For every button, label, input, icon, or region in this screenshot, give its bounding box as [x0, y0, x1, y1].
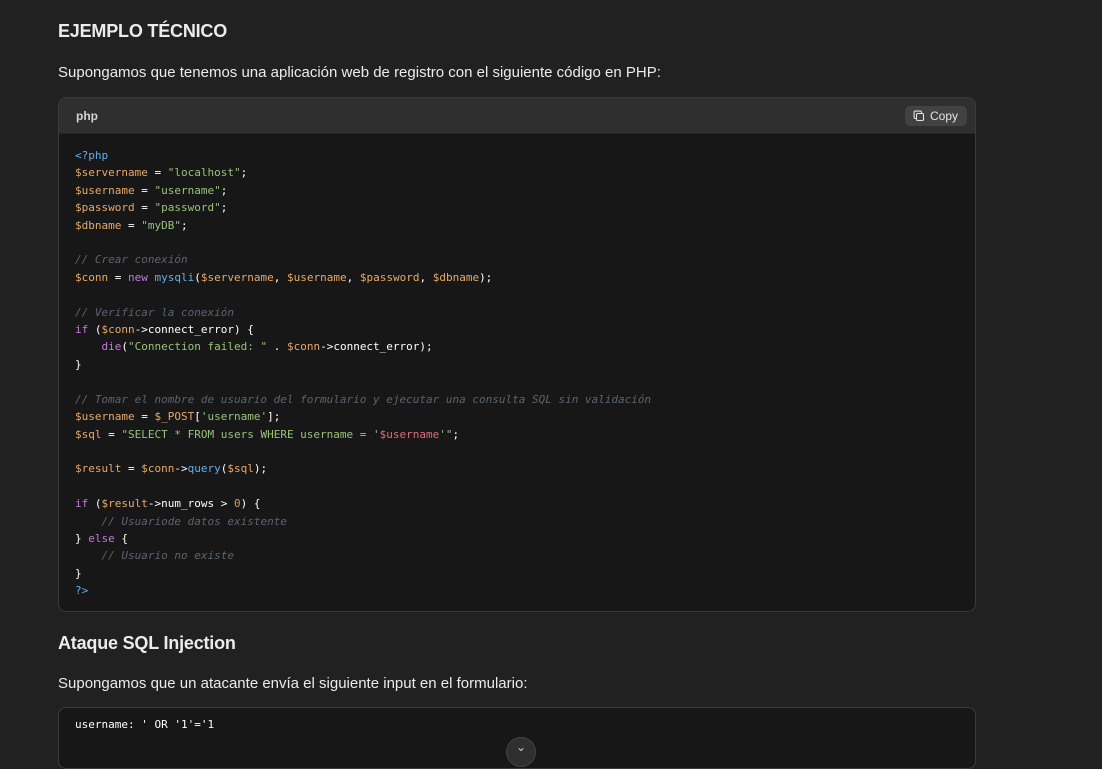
copy-code-button[interactable]: Copy: [904, 105, 967, 126]
section-heading-example: EJEMPLO TÉCNICO: [58, 21, 228, 41]
copy-icon: [913, 110, 925, 122]
php-code: <?php $servername = "localhost"; $userna…: [75, 149, 652, 598]
chevron-down-icon: ⌄: [515, 740, 527, 754]
section-heading-attack: Ataque SQL Injection: [58, 633, 236, 653]
copy-button-label: Copy: [929, 108, 958, 123]
attack-intro-text: Supongamos que un atacante envía el sigu…: [58, 675, 528, 692]
code-block-header: php Copy: [59, 98, 975, 134]
php-code-block: php Copy <?php $servername = "localhost"…: [58, 97, 976, 612]
code-language-label: php: [76, 108, 98, 123]
example-intro-text: Supongamos que tenemos una aplicación we…: [58, 64, 661, 81]
scroll-down-button[interactable]: ⌄: [506, 737, 536, 767]
